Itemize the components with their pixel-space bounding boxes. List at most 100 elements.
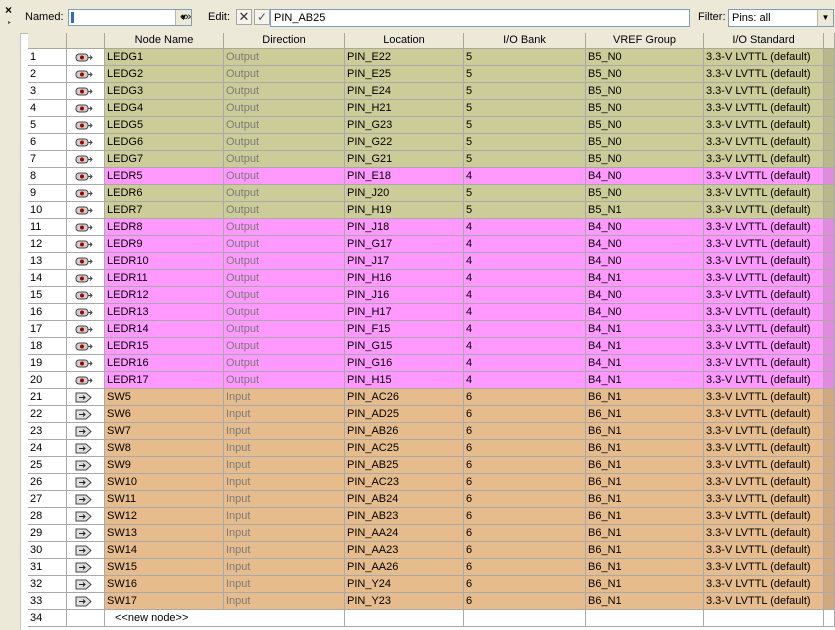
- io-standard-cell[interactable]: 3.3-V LVTTL (default): [704, 559, 824, 575]
- table-row[interactable]: 9 LEDR6 Output PIN_J20 5 B5_N0 3.3-V LVTTL (de…: [28, 185, 835, 202]
- node-name-cell[interactable]: SW9: [105, 457, 224, 473]
- io-standard-cell[interactable]: 3.3-V LVTTL (default): [704, 338, 824, 354]
- table-row[interactable]: 26 SW10 Input PIN_AC23 6 B6_N1 3.3-V LVTTL (de…: [28, 474, 835, 491]
- table-row[interactable]: 19 LEDR16 Output PIN_G16 4 B4_N1 3.3-V LVTTL (…: [28, 355, 835, 372]
- io-standard-cell[interactable]: 3.3-V LVTTL (default): [704, 287, 824, 303]
- table-row[interactable]: 11 LEDR8 Output PIN_J18 4 B4_N0 3.3-V LVTTL (d…: [28, 219, 835, 236]
- node-name-cell[interactable]: LEDG3: [105, 83, 224, 99]
- location-cell[interactable]: PIN_E24: [345, 83, 464, 99]
- location-cell[interactable]: PIN_F15: [345, 321, 464, 337]
- io-standard-cell[interactable]: 3.3-V LVTTL (default): [704, 457, 824, 473]
- cancel-edit-button[interactable]: ✕: [236, 9, 252, 25]
- node-name-cell[interactable]: LEDR9: [105, 236, 224, 252]
- io-standard-cell[interactable]: 3.3-V LVTTL (default): [704, 236, 824, 252]
- new-node-row[interactable]: 34 <<new node>>: [28, 610, 835, 627]
- column-header-io-standard[interactable]: I/O Standard: [704, 33, 824, 48]
- table-row[interactable]: 14 LEDR11 Output PIN_H16 4 B4_N1 3.3-V LVTTL (…: [28, 270, 835, 287]
- table-row[interactable]: 17 LEDR14 Output PIN_F15 4 B4_N1 3.3-V LVTTL (…: [28, 321, 835, 338]
- io-standard-cell[interactable]: 3.3-V LVTTL (default): [704, 440, 824, 456]
- new-node-cell[interactable]: <<new node>>: [105, 610, 345, 626]
- location-cell[interactable]: PIN_G22: [345, 134, 464, 150]
- io-standard-cell[interactable]: 3.3-V LVTTL (default): [704, 372, 824, 388]
- table-row[interactable]: 31 SW15 Input PIN_AA26 6 B6_N1 3.3-V LVTTL (de…: [28, 559, 835, 576]
- node-name-cell[interactable]: LEDR17: [105, 372, 224, 388]
- node-name-cell[interactable]: SW8: [105, 440, 224, 456]
- table-row[interactable]: 22 SW6 Input PIN_AD25 6 B6_N1 3.3-V LVTTL (def…: [28, 406, 835, 423]
- filter-combobox[interactable]: Pins: all ▼: [728, 9, 834, 27]
- location-cell[interactable]: PIN_Y24: [345, 576, 464, 592]
- io-standard-cell[interactable]: 3.3-V LVTTL (default): [704, 576, 824, 592]
- table-row[interactable]: 2 LEDG2 Output PIN_E25 5 B5_N0 3.3-V LVTTL (de…: [28, 66, 835, 83]
- location-cell[interactable]: PIN_H21: [345, 100, 464, 116]
- node-name-cell[interactable]: SW12: [105, 508, 224, 524]
- location-cell[interactable]: PIN_AB24: [345, 491, 464, 507]
- location-cell[interactable]: PIN_AC23: [345, 474, 464, 490]
- io-standard-cell[interactable]: 3.3-V LVTTL (default): [704, 66, 824, 82]
- table-row[interactable]: 24 SW8 Input PIN_AC25 6 B6_N1 3.3-V LVTTL (def…: [28, 440, 835, 457]
- io-standard-cell[interactable]: 3.3-V LVTTL (default): [704, 117, 824, 133]
- node-name-cell[interactable]: LEDR5: [105, 168, 224, 184]
- table-row[interactable]: 28 SW12 Input PIN_AB23 6 B6_N1 3.3-V LVTTL (de…: [28, 508, 835, 525]
- column-header-io-bank[interactable]: I/O Bank: [464, 33, 586, 48]
- location-cell[interactable]: PIN_H19: [345, 202, 464, 218]
- edit-value-input[interactable]: PIN_AB25: [270, 9, 690, 27]
- node-name-cell[interactable]: SW15: [105, 559, 224, 575]
- io-standard-cell[interactable]: 3.3-V LVTTL (default): [704, 304, 824, 320]
- io-standard-cell[interactable]: 3.3-V LVTTL (default): [704, 491, 824, 507]
- table-row[interactable]: 16 LEDR13 Output PIN_H17 4 B4_N0 3.3-V LVTTL (…: [28, 304, 835, 321]
- node-name-cell[interactable]: LEDG5: [105, 117, 224, 133]
- location-cell[interactable]: PIN_H15: [345, 372, 464, 388]
- io-standard-cell[interactable]: 3.3-V LVTTL (default): [704, 542, 824, 558]
- node-name-cell[interactable]: SW11: [105, 491, 224, 507]
- table-row[interactable]: 27 SW11 Input PIN_AB24 6 B6_N1 3.3-V LVTTL (de…: [28, 491, 835, 508]
- io-standard-cell[interactable]: 3.3-V LVTTL (default): [704, 508, 824, 524]
- table-row[interactable]: 33 SW17 Input PIN_Y23 6 B6_N1 3.3-V LVTTL (def…: [28, 593, 835, 610]
- io-standard-cell[interactable]: 3.3-V LVTTL (default): [704, 321, 824, 337]
- location-cell[interactable]: PIN_E22: [345, 49, 464, 65]
- table-row[interactable]: 30 SW14 Input PIN_AA23 6 B6_N1 3.3-V LVTTL (de…: [28, 542, 835, 559]
- node-name-cell[interactable]: SW10: [105, 474, 224, 490]
- table-row[interactable]: 25 SW9 Input PIN_AB25 6 B6_N1 3.3-V LVTTL (def…: [28, 457, 835, 474]
- node-name-cell[interactable]: LEDR11: [105, 270, 224, 286]
- io-standard-cell[interactable]: 3.3-V LVTTL (default): [704, 185, 824, 201]
- table-row[interactable]: 4 LEDG4 Output PIN_H21 5 B5_N0 3.3-V LVTTL (de…: [28, 100, 835, 117]
- table-row[interactable]: 18 LEDR15 Output PIN_G15 4 B4_N1 3.3-V LVTTL (…: [28, 338, 835, 355]
- node-name-cell[interactable]: LEDR6: [105, 185, 224, 201]
- node-name-cell[interactable]: LEDR13: [105, 304, 224, 320]
- io-standard-cell[interactable]: 3.3-V LVTTL (default): [704, 83, 824, 99]
- node-name-cell[interactable]: SW17: [105, 593, 224, 609]
- io-standard-cell[interactable]: 3.3-V LVTTL (default): [704, 389, 824, 405]
- io-standard-cell[interactable]: 3.3-V LVTTL (default): [704, 202, 824, 218]
- io-standard-cell[interactable]: 3.3-V LVTTL (default): [704, 355, 824, 371]
- table-row[interactable]: 6 LEDG6 Output PIN_G22 5 B5_N0 3.3-V LVTTL (de…: [28, 134, 835, 151]
- location-cell[interactable]: PIN_AA23: [345, 542, 464, 558]
- io-standard-cell[interactable]: 3.3-V LVTTL (default): [704, 423, 824, 439]
- io-standard-cell[interactable]: 3.3-V LVTTL (default): [704, 100, 824, 116]
- table-row[interactable]: 8 LEDR5 Output PIN_E18 4 B4_N0 3.3-V LVTTL (de…: [28, 168, 835, 185]
- location-cell[interactable]: PIN_G15: [345, 338, 464, 354]
- table-row[interactable]: 1 LEDG1 Output PIN_E22 5 B5_N0 3.3-V LVTTL (de…: [28, 49, 835, 66]
- table-row[interactable]: 15 LEDR12 Output PIN_J16 4 B4_N0 3.3-V LVTTL (…: [28, 287, 835, 304]
- location-cell[interactable]: PIN_H17: [345, 304, 464, 320]
- location-cell[interactable]: PIN_AC26: [345, 389, 464, 405]
- node-name-cell[interactable]: LEDR15: [105, 338, 224, 354]
- node-name-cell[interactable]: SW7: [105, 423, 224, 439]
- node-name-cell[interactable]: LEDG2: [105, 66, 224, 82]
- column-header-vref-group[interactable]: VREF Group: [586, 33, 704, 48]
- location-cell[interactable]: PIN_J16: [345, 287, 464, 303]
- node-name-cell[interactable]: SW13: [105, 525, 224, 541]
- location-cell[interactable]: PIN_AC25: [345, 440, 464, 456]
- location-cell[interactable]: PIN_G17: [345, 236, 464, 252]
- table-row[interactable]: 3 LEDG3 Output PIN_E24 5 B5_N0 3.3-V LVTTL (de…: [28, 83, 835, 100]
- node-name-cell[interactable]: SW14: [105, 542, 224, 558]
- table-row[interactable]: 32 SW16 Input PIN_Y24 6 B6_N1 3.3-V LVTTL (def…: [28, 576, 835, 593]
- node-name-cell[interactable]: SW5: [105, 389, 224, 405]
- node-name-cell[interactable]: LEDR12: [105, 287, 224, 303]
- location-cell[interactable]: PIN_J18: [345, 219, 464, 235]
- close-icon[interactable]: ×: [5, 4, 12, 16]
- location-cell[interactable]: PIN_J20: [345, 185, 464, 201]
- location-cell[interactable]: PIN_AA26: [345, 559, 464, 575]
- column-header-node-name[interactable]: Node Name: [105, 33, 224, 48]
- io-standard-cell[interactable]: 3.3-V LVTTL (default): [704, 219, 824, 235]
- table-row[interactable]: 29 SW13 Input PIN_AA24 6 B6_N1 3.3-V LVTTL (de…: [28, 525, 835, 542]
